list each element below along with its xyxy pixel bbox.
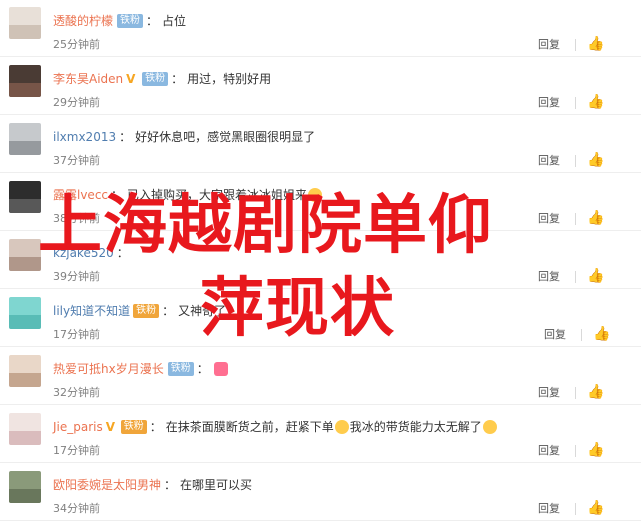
divider bbox=[575, 271, 576, 283]
comment-time: 39分钟前 bbox=[53, 270, 100, 283]
comment-username[interactable]: 热爱可抵hx岁月漫长 bbox=[53, 360, 164, 378]
divider bbox=[575, 97, 576, 109]
avatar[interactable] bbox=[9, 297, 41, 329]
avatar[interactable] bbox=[9, 123, 41, 155]
comment-text: 好好休息吧，感觉黑眼圈很明显了 bbox=[135, 130, 316, 144]
verified-v-icon: V bbox=[126, 72, 136, 86]
comment-item: 热爱可抵hx岁月漫长 铁粉 ： 32分钟前 回复 👍 bbox=[0, 348, 641, 405]
reply-button[interactable]: 回复 bbox=[538, 444, 560, 458]
thumbs-up-icon[interactable]: 👍 bbox=[587, 152, 604, 168]
divider bbox=[575, 39, 576, 51]
comment-text-continued: 我冰的带货能力太无解了 bbox=[349, 420, 482, 434]
comment-item: Jie_paris V 铁粉 ： 在抹茶面膜断货之前，赶紧下单 我冰的带货能力太… bbox=[0, 406, 641, 463]
reply-button[interactable]: 回复 bbox=[538, 154, 560, 168]
divider bbox=[581, 329, 582, 341]
comment-time: 32分钟前 bbox=[53, 386, 100, 399]
thumbs-up-icon[interactable]: 👍 bbox=[587, 268, 604, 284]
reply-button[interactable]: 回复 bbox=[544, 328, 566, 342]
colon: ： bbox=[116, 246, 129, 260]
comment-time: 17分钟前 bbox=[53, 328, 100, 341]
avatar[interactable] bbox=[9, 355, 41, 387]
colon: ： bbox=[164, 478, 177, 492]
colon: ： bbox=[149, 420, 162, 434]
comment-username[interactable]: kzjake520 bbox=[53, 244, 114, 262]
divider bbox=[575, 213, 576, 225]
cat-emoji-icon bbox=[334, 420, 349, 434]
thumbs-up-icon[interactable]: 👍 bbox=[587, 442, 604, 458]
comment-username[interactable]: ilxmx2013 bbox=[53, 128, 116, 146]
comment-item: ilxmx2013 ： 好好休息吧，感觉黑眼圈很明显了 37分钟前 回复 👍 bbox=[0, 116, 641, 173]
comment-username[interactable]: lily知道不知道 bbox=[53, 302, 130, 320]
smile-emoji-icon bbox=[482, 420, 497, 434]
fan-badge: 铁粉 bbox=[167, 362, 194, 376]
divider bbox=[575, 445, 576, 457]
comment-time: 17分钟前 bbox=[53, 444, 100, 457]
comment-time: 37分钟前 bbox=[53, 154, 100, 167]
reply-button[interactable]: 回复 bbox=[538, 212, 560, 226]
comment-item: 露露lvecc ： 已入掉购买，大家跟着冰冰姐姐来 38分钟前 回复 👍 bbox=[0, 174, 641, 231]
comment-item: kzjake520 ： 39分钟前 回复 👍 bbox=[0, 232, 641, 289]
divider bbox=[575, 503, 576, 515]
comment-username[interactable]: 透酸的柠檬 bbox=[53, 12, 113, 30]
thumbs-up-icon[interactable]: 👍 bbox=[587, 94, 604, 110]
gold-fan-badge: 铁粉 bbox=[133, 304, 160, 318]
heart-emoji-icon bbox=[213, 362, 228, 376]
avatar[interactable] bbox=[9, 413, 41, 445]
colon: ： bbox=[119, 130, 132, 144]
comment-item: 透酸的柠檬 铁粉 ： 占位 25分钟前 回复 👍 bbox=[0, 0, 641, 57]
thumbs-up-icon[interactable]: 👍 bbox=[593, 326, 610, 342]
comment-text: 在抹茶面膜断货之前，赶紧下单 bbox=[165, 420, 334, 434]
colon: ： bbox=[162, 304, 175, 318]
avatar[interactable] bbox=[9, 239, 41, 271]
colon: ： bbox=[171, 72, 184, 86]
fan-badge: 铁粉 bbox=[117, 14, 144, 28]
comment-text: 又神奇了 bbox=[178, 304, 227, 318]
comment-item: lily知道不知道 铁粉 ： 又神奇了 17分钟前 回复 👍 bbox=[0, 290, 641, 347]
comment-time: 29分钟前 bbox=[53, 96, 100, 109]
comment-username[interactable]: Jie_paris bbox=[53, 418, 103, 436]
avatar[interactable] bbox=[9, 7, 41, 39]
thumbs-up-icon[interactable]: 👍 bbox=[587, 210, 604, 226]
colon: ： bbox=[196, 362, 209, 376]
avatar[interactable] bbox=[9, 471, 41, 503]
avatar[interactable] bbox=[9, 65, 41, 97]
divider bbox=[575, 387, 576, 399]
thumbs-up-icon[interactable]: 👍 bbox=[587, 500, 604, 516]
avatar[interactable] bbox=[9, 181, 41, 213]
reply-button[interactable]: 回复 bbox=[538, 386, 560, 400]
comment-text: 在哪里可以买 bbox=[180, 478, 253, 492]
comment-time: 38分钟前 bbox=[53, 212, 100, 225]
smile-emoji-icon bbox=[308, 188, 323, 202]
comment-text: 占位 bbox=[162, 14, 187, 28]
comment-item: 李东昊Aiden V 铁粉 ： 用过，特别好用 29分钟前 回复 👍 bbox=[0, 58, 641, 115]
gold-fan-badge: 铁粉 bbox=[120, 420, 147, 434]
comment-username[interactable]: 李东昊Aiden bbox=[53, 70, 123, 88]
reply-button[interactable]: 回复 bbox=[538, 502, 560, 516]
comment-username[interactable]: 露露lvecc bbox=[53, 186, 108, 204]
colon: ： bbox=[146, 14, 159, 28]
divider bbox=[575, 155, 576, 167]
comment-item: 欧阳委婉是太阳男神 ： 在哪里可以买 34分钟前 回复 👍 bbox=[0, 464, 641, 521]
fan-badge: 铁粉 bbox=[142, 72, 169, 86]
reply-button[interactable]: 回复 bbox=[538, 38, 560, 52]
verified-v-icon: V bbox=[105, 420, 116, 434]
reply-button[interactable]: 回复 bbox=[538, 96, 560, 110]
comment-text: 用过，特别好用 bbox=[187, 72, 272, 86]
comment-text: 已入掉购买，大家跟着冰冰姐姐来 bbox=[127, 188, 308, 202]
thumbs-up-icon[interactable]: 👍 bbox=[587, 384, 604, 400]
comment-time: 25分钟前 bbox=[53, 38, 100, 51]
colon: ： bbox=[111, 188, 124, 202]
thumbs-up-icon[interactable]: 👍 bbox=[587, 36, 604, 52]
comment-time: 34分钟前 bbox=[53, 502, 100, 515]
comment-username[interactable]: 欧阳委婉是太阳男神 bbox=[53, 476, 161, 494]
reply-button[interactable]: 回复 bbox=[538, 270, 560, 284]
